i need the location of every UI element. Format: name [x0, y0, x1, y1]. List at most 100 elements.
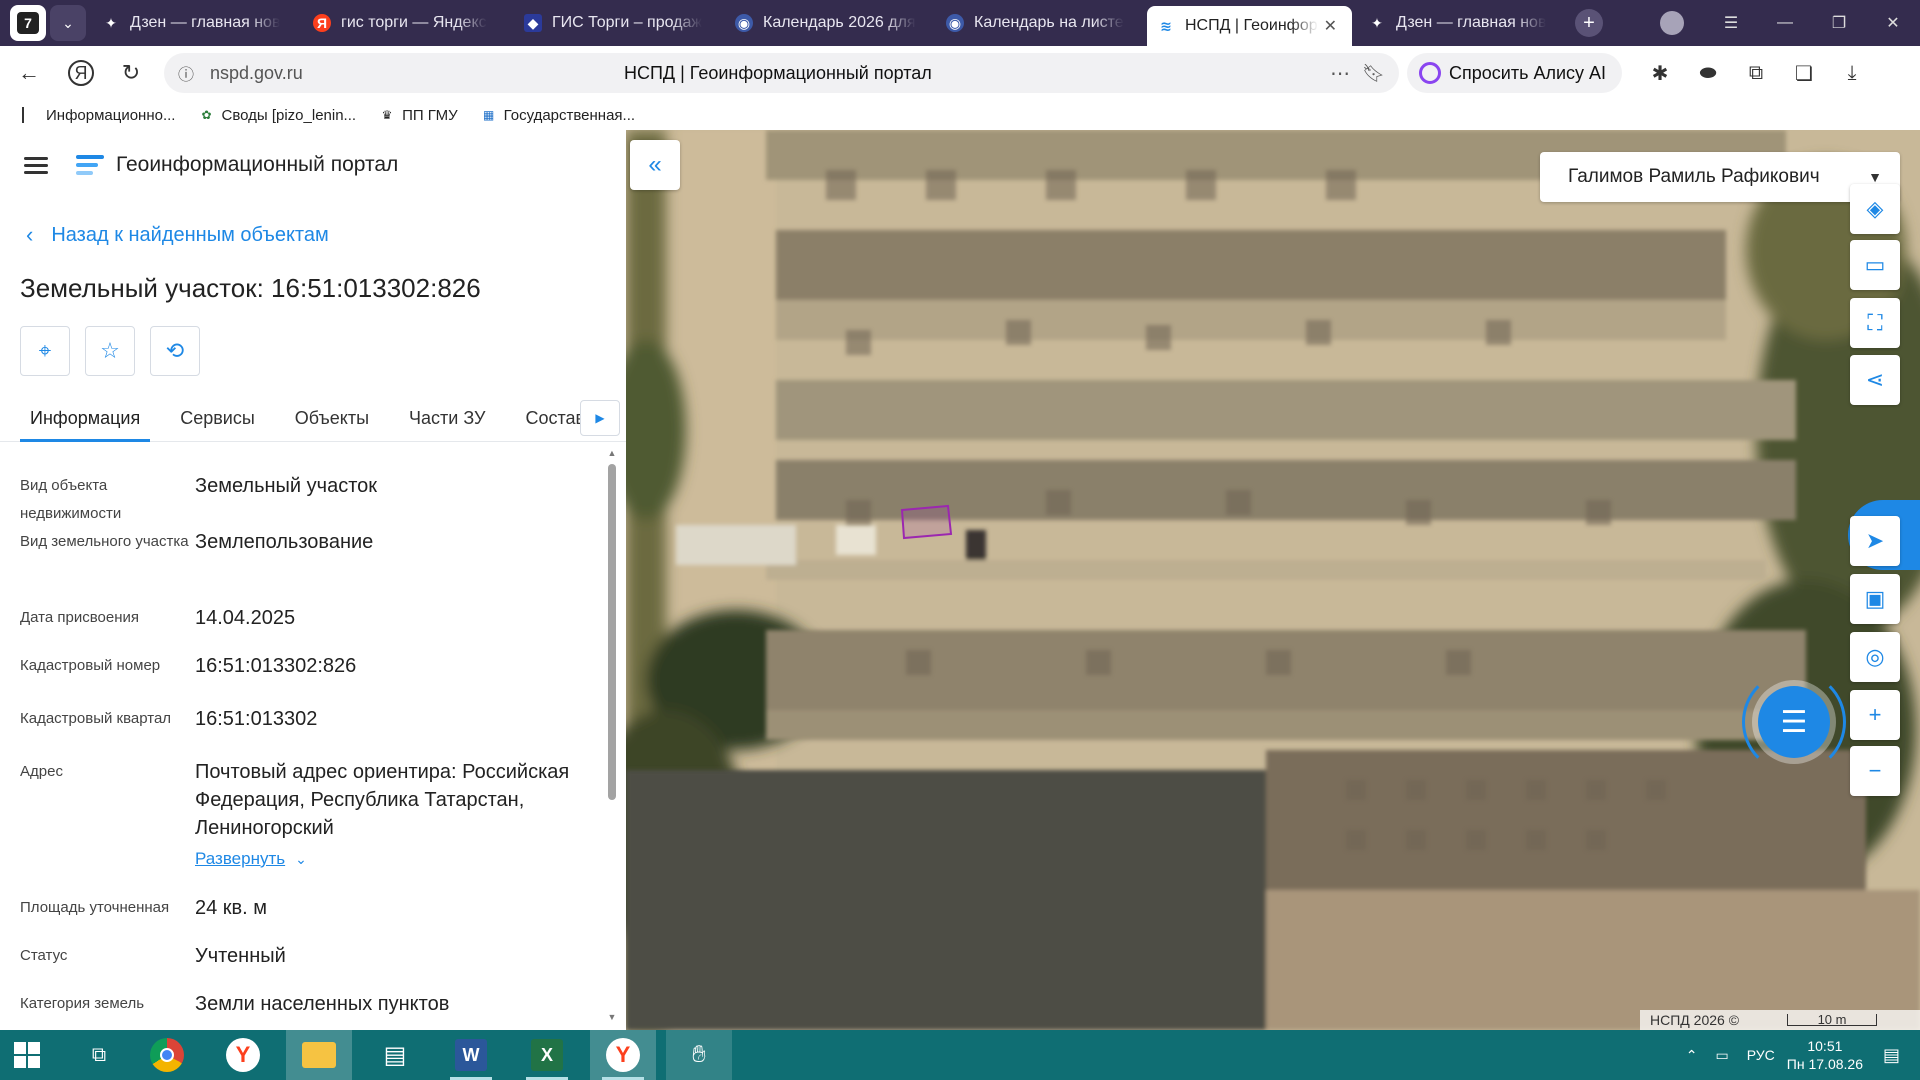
alice-button[interactable]: Спросить Алису AI — [1407, 53, 1622, 93]
close-window-icon[interactable]: ✕ — [1866, 0, 1920, 46]
geolocation-button[interactable]: ➤ — [1850, 516, 1900, 566]
notifications-icon[interactable]: ▤ — [1883, 1045, 1900, 1066]
scroll-down-icon[interactable]: ▼ — [605, 1010, 619, 1024]
alice-icon — [1419, 62, 1441, 84]
clock[interactable]: 10:51 Пн 17.08.26 — [1787, 1037, 1863, 1073]
browser-tab[interactable]: ✦ Дзен — главная нов — [92, 6, 297, 40]
vpn-icon[interactable]: ⬬ — [1684, 53, 1732, 93]
windows-start-icon[interactable] — [14, 1042, 40, 1068]
tab-information[interactable]: Информация — [0, 408, 160, 442]
network-icon[interactable]: ▭ — [1716, 1047, 1729, 1064]
browser-tab[interactable]: ◆ ГИС Торги – продаж — [514, 6, 719, 40]
system-tray: ⌃ ▭ РУС 10:51 Пн 17.08.26 ▤ — [1686, 1030, 1920, 1080]
expand-link[interactable]: Развернуть ⌄ — [195, 844, 575, 873]
more-icon[interactable]: ⋯ — [1330, 61, 1351, 86]
bookmark-label: Своды [pizo_lenin... — [221, 106, 357, 124]
yandex-browser-app[interactable]: Y — [210, 1030, 276, 1080]
extensions-icon[interactable]: ⧉ — [1732, 53, 1780, 93]
minimap-button[interactable]: ▣ — [1850, 574, 1900, 624]
tab-counter-button[interactable]: 7 — [10, 5, 46, 41]
yandex-home-icon[interactable]: Я — [68, 60, 94, 86]
scroll-up-icon[interactable]: ▲ — [605, 446, 619, 460]
chrome-icon — [150, 1038, 184, 1072]
browser-tab-active[interactable]: ≋ НСПД | Геоинфор ✕ — [1147, 6, 1352, 46]
zoom-out-button[interactable]: − — [1850, 746, 1900, 796]
minimize-icon[interactable]: — — [1758, 0, 1812, 46]
new-tab-button[interactable]: + — [1575, 9, 1603, 37]
property-label: Площадь уточненная — [20, 899, 170, 916]
collections-icon[interactable]: ✱ — [1636, 53, 1684, 93]
emblem-icon: ♛ — [381, 108, 393, 122]
yandex-browser-active-app[interactable]: Y — [590, 1030, 656, 1080]
locate-object-icon: ⌖ — [38, 338, 52, 363]
hamburger-menu-icon[interactable] — [24, 153, 48, 178]
task-view-button[interactable]: ⧉ — [74, 1030, 124, 1080]
chevron-down-icon[interactable]: ⌄ — [50, 5, 86, 41]
scanner-app[interactable]: ▤ — [362, 1030, 428, 1080]
download-icon[interactable]: ⤓ — [1828, 53, 1876, 93]
bookmark-item[interactable]: ♛ ПП ГМУ — [378, 107, 458, 124]
panel-tabs: Информация Сервисы Объекты Части ЗУ Сост… — [0, 392, 626, 442]
tab-count: 7 — [17, 12, 39, 34]
tab-title: НСПД | Геоинфор — [1185, 17, 1318, 34]
measure-button[interactable]: ▭ — [1850, 240, 1900, 290]
action-buttons: ⌖ ☆ ⟲ — [20, 326, 215, 376]
locate-object-button[interactable]: ⌖ — [20, 326, 70, 376]
gis-icon: ◆ — [524, 14, 542, 32]
profile-avatar[interactable] — [1660, 11, 1684, 35]
reload-icon[interactable]: ↻ — [112, 54, 150, 92]
chevron-left-icon: ‹ — [26, 222, 34, 247]
file-explorer-app[interactable] — [286, 1030, 352, 1080]
property-value: Землепользование — [195, 531, 374, 553]
location-search-icon: ◎ — [1865, 644, 1885, 669]
calendar-icon: ◉ — [735, 14, 753, 32]
restore-icon[interactable]: ❐ — [1812, 0, 1866, 46]
bookmark-item[interactable]: ▦ Государственная... — [480, 107, 635, 124]
tray-expand-icon[interactable]: ⌃ — [1686, 1047, 1698, 1064]
word-app[interactable]: W — [438, 1030, 504, 1080]
chrome-app[interactable] — [134, 1030, 200, 1080]
bookmark-item[interactable]: ✿ Своды [pizo_lenin... — [197, 107, 356, 124]
scale-bar: 10 m — [1787, 1013, 1878, 1026]
bookmark-icon[interactable]: 🔖︎ — [1362, 63, 1385, 84]
user-menu-dropdown[interactable]: Галимов Рамиль Рафикович ▼ — [1540, 152, 1900, 202]
excel-app[interactable]: X — [514, 1030, 580, 1080]
bookmark-item[interactable]: Информационно... — [22, 107, 175, 124]
tabs-scroll-right-button[interactable]: ▶ — [580, 400, 620, 436]
url-text: nspd.gov.ru — [210, 62, 303, 83]
tab-objects[interactable]: Объекты — [275, 408, 389, 441]
url-field[interactable]: ⓘ nspd.gov.ru НСПД | Геоинформационный п… — [164, 53, 1399, 93]
back-to-results-link[interactable]: ‹ Назад к найденным объектам — [26, 222, 329, 248]
chat-button[interactable]: ☰ — [1758, 686, 1830, 758]
property-row: Дата присвоения 14.04.2025 — [0, 604, 600, 652]
search-location-button[interactable]: ◎ — [1850, 632, 1900, 682]
close-icon[interactable]: ✕ — [1324, 16, 1337, 36]
site-info-icon[interactable]: ⓘ — [178, 61, 200, 85]
task-view-icon: ⧉ — [91, 1043, 107, 1066]
area-select-button[interactable]: ⛶ — [1850, 298, 1900, 348]
browser-tab[interactable]: ✦ Дзен — главная нов — [1358, 6, 1563, 40]
back-icon[interactable]: ← — [10, 54, 48, 92]
map-view[interactable]: « Галимов Рамиль Рафикович ▼ ◈ ▭ ⛶ ⋖ ✎ ➤… — [626, 130, 1920, 1030]
property-value: 16:51:013302 — [195, 708, 318, 730]
browser-tab[interactable]: Ягис торги — Яндекс — [303, 6, 508, 40]
history-icon: ⟲ — [165, 338, 185, 363]
panel-scrollbar[interactable]: ▲ ▼ — [605, 446, 619, 1024]
history-button[interactable]: ⟲ — [150, 326, 200, 376]
tab-services[interactable]: Сервисы — [160, 408, 275, 441]
selected-parcel-outline[interactable] — [900, 504, 953, 540]
reader-icon[interactable]: ❏ — [1780, 53, 1828, 93]
scrollbar-thumb[interactable] — [608, 464, 616, 800]
assistant-app[interactable]: ✋︎ — [666, 1030, 732, 1080]
clock-date: Пн 17.08.26 — [1786, 1056, 1863, 1072]
browser-tab[interactable]: ◉ Календарь на листе — [936, 6, 1141, 40]
tab-parts[interactable]: Части ЗУ — [389, 408, 505, 441]
collapse-panel-button[interactable]: « — [630, 140, 680, 190]
zoom-in-button[interactable]: + — [1850, 690, 1900, 740]
share-button[interactable]: ⋖ — [1850, 355, 1900, 405]
browser-tab[interactable]: ◉ Календарь 2026 для — [725, 6, 930, 40]
language-indicator[interactable]: РУС — [1747, 1047, 1775, 1063]
menu-icon[interactable]: ☰ — [1704, 0, 1758, 46]
favorite-button[interactable]: ☆ — [85, 326, 135, 376]
layers-button[interactable]: ◈ — [1850, 184, 1900, 234]
